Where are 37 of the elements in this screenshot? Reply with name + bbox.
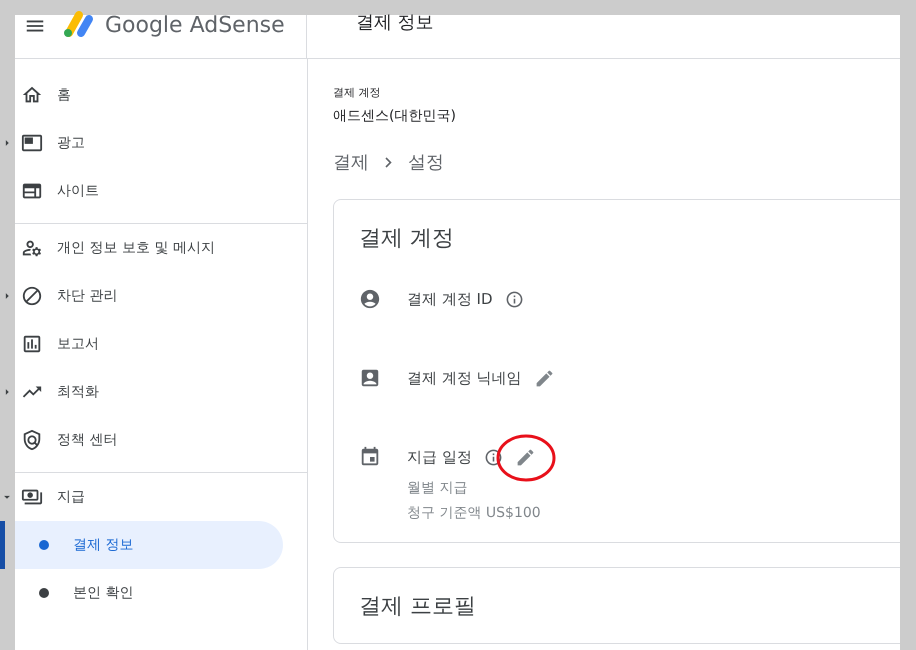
setting-detail: 월별 지급 — [407, 479, 468, 498]
account-label: 결제 계정 — [333, 85, 382, 101]
calendar-icon — [359, 446, 381, 468]
setting-label: 결제 계정 ID — [407, 288, 493, 310]
page-title: 결제 정보 — [356, 11, 434, 35]
sidebar-item[interactable]: 개인 정보 보호 및 메시지 — [15, 224, 283, 272]
setting-detail: 청구 기준액 US$100 — [407, 504, 541, 523]
contact-card-icon — [359, 367, 381, 389]
sidebar-item[interactable]: 광고 — [15, 119, 283, 167]
sidebar-item[interactable]: 보고서 — [15, 320, 283, 368]
breadcrumb-item[interactable]: 결제 — [333, 149, 369, 176]
setting-label: 지급 일정 — [407, 446, 472, 468]
card-title: 결제 계정 — [359, 225, 455, 253]
sidebar-subitem[interactable]: 결제 정보 — [15, 521, 283, 569]
sidebar-item[interactable]: 지급 — [15, 473, 283, 521]
edit-pencil-icon[interactable] — [514, 446, 536, 468]
edit-pencil-icon[interactable] — [534, 368, 555, 388]
bar-chart-icon — [21, 333, 43, 355]
shield-search-icon — [21, 429, 43, 451]
active-indicator — [0, 521, 5, 569]
sidebar-item[interactable]: 사이트 — [15, 167, 283, 215]
sidebar-item[interactable]: 최적화 — [15, 368, 283, 416]
setting-label: 결제 계정 닉네임 — [407, 368, 522, 389]
sidebar-item[interactable]: 차단 관리 — [15, 272, 283, 320]
info-icon[interactable] — [504, 290, 524, 308]
chevron-right-icon — [385, 157, 392, 168]
adsense-logo-icon — [61, 9, 95, 39]
product-name: Google AdSense — [105, 12, 285, 40]
card-title: 결제 프로필 — [359, 593, 477, 621]
sidebar-item[interactable]: 정책 센터 — [15, 416, 283, 464]
account-name: 애드센스(대한민국) — [333, 107, 457, 126]
info-icon[interactable] — [484, 448, 503, 466]
ad-frame-icon — [21, 132, 43, 154]
breadcrumb-item: 설정 — [408, 151, 444, 175]
sidebar-item[interactable]: 홈 — [15, 71, 283, 119]
sidebar-subitem[interactable]: 본인 확인 — [15, 569, 283, 617]
block-icon — [21, 285, 43, 307]
